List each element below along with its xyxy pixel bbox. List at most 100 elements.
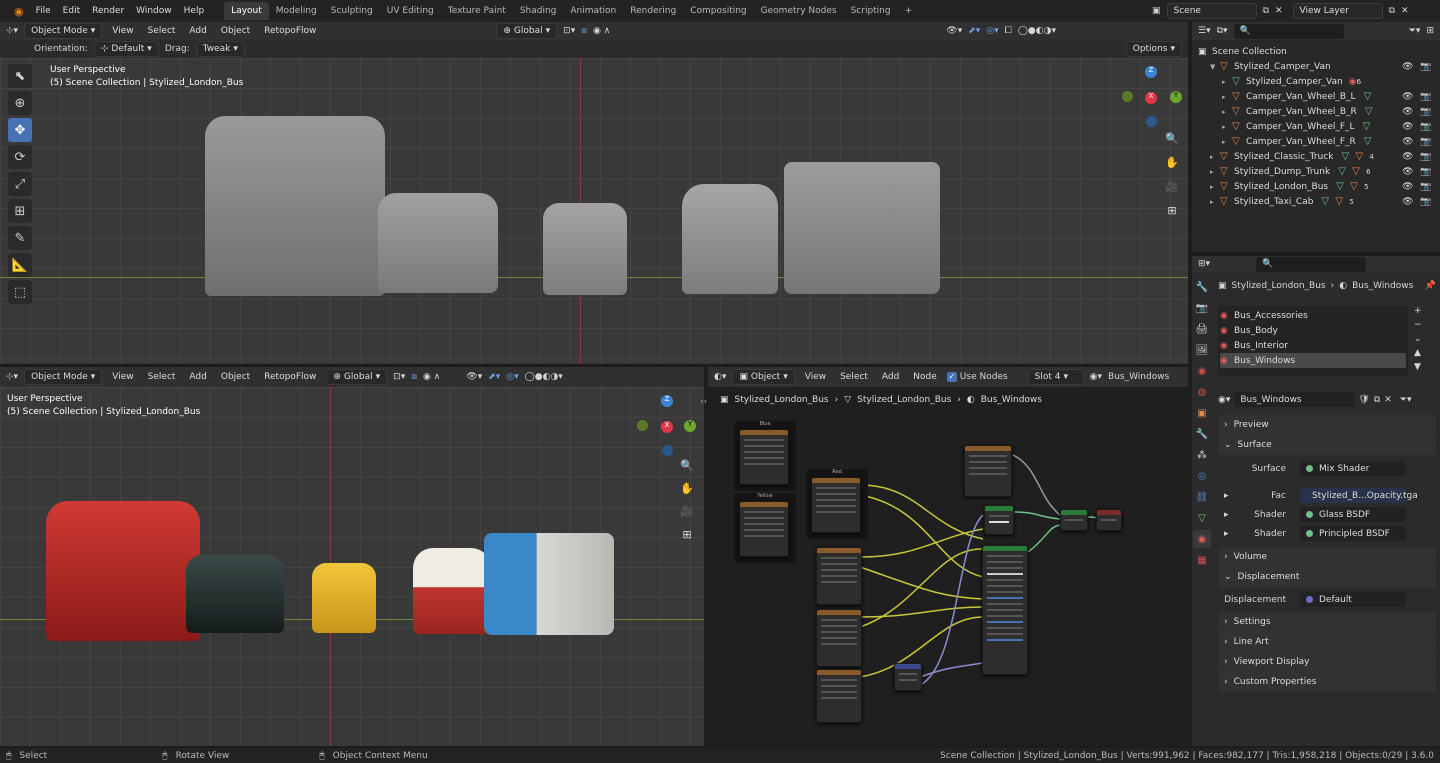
image-texture-node[interactable] [816, 547, 862, 605]
overlay-icon[interactable]: ◎▾ [506, 372, 518, 382]
outliner-type-icon[interactable]: ☰▾ [1198, 26, 1211, 36]
camera-view-icon[interactable]: 🎥 [677, 501, 697, 521]
expand-icon[interactable]: ▸ [1210, 168, 1220, 176]
pivot-icon[interactable]: ⊡▾ [393, 372, 405, 382]
world-tab-icon[interactable]: ◍ [1193, 383, 1211, 401]
eye-icon[interactable]: 👁 [1402, 107, 1413, 117]
classic-truck-rendered-model[interactable] [186, 555, 284, 633]
settings-panel[interactable]: › Settings [1218, 612, 1436, 632]
shader-node-editor[interactable]: ◐▾ ▣ Object ▾ View Select Add Node ✓ Use … [700, 367, 1188, 746]
outliner-row[interactable]: ▸ ▽ Stylized_Taxi_Cab ▽ ▽ 5 👁 📷 [1198, 194, 1434, 209]
select-tool-icon[interactable]: ⬉ [8, 64, 32, 88]
visibility-icon[interactable]: 👁▾ [946, 26, 962, 36]
particles-tab-icon[interactable]: ⁂ [1193, 446, 1211, 464]
camera-icon[interactable]: 📷 [1420, 167, 1431, 177]
material-slot-selected[interactable]: ◉ Bus_Windows [1220, 353, 1406, 368]
volume-panel[interactable]: › Volume [1218, 547, 1436, 567]
outliner-row[interactable]: ▸ ▽ Camper_Van_Wheel_B_R ▽ 👁 📷 [1198, 104, 1434, 119]
material-name-field[interactable]: Bus_Windows [1234, 392, 1355, 407]
top-3d-viewport[interactable]: ⊹▾ Object Mode ▾ View Select Add Object … [0, 22, 1188, 364]
render-tab-icon[interactable]: 📷 [1193, 299, 1211, 317]
retopoflow-menu[interactable]: RetopoFlow [260, 370, 320, 384]
scene-icon[interactable]: ▣ [1152, 6, 1161, 16]
camera-icon[interactable]: 📷 [1420, 137, 1431, 147]
display-mode-icon[interactable]: ⧉▾ [1217, 26, 1228, 36]
texture-tab-icon[interactable]: ▦ [1193, 551, 1211, 569]
remove-slot-icon[interactable]: − [1414, 320, 1422, 330]
navigation-gizmo[interactable]: Z Y X [634, 395, 698, 459]
editor-type-icon[interactable]: ⊹▾ [6, 26, 18, 36]
properties-type-icon[interactable]: ⊞▾ [1198, 259, 1210, 269]
menu-render[interactable]: Render [86, 6, 130, 16]
outliner-row[interactable]: ▸ ▽ Stylized_Classic_Truck ▽ ▽ 4 👁 📷 [1198, 149, 1434, 164]
outliner-root[interactable]: ▣ Scene Collection [1198, 44, 1434, 59]
menu-window[interactable]: Window [130, 6, 178, 16]
slot-menu-icon[interactable]: ⌄ [1414, 334, 1422, 344]
expand-icon[interactable]: ▸ [1222, 138, 1232, 146]
menu-help[interactable]: Help [178, 6, 211, 16]
tab-sculpting[interactable]: Sculpting [324, 2, 380, 20]
camper-van-rendered-model[interactable] [413, 548, 491, 634]
fac-field[interactable]: Stylized_B...Opacity.tga [1300, 488, 1418, 503]
neg-z-axis-handle[interactable] [1146, 116, 1157, 127]
expand-icon[interactable]: ▸ [1210, 183, 1220, 191]
shading-modes-icon[interactable]: ◯●◐◑▾ [1018, 26, 1056, 36]
delete-scene-icon[interactable]: ✕ [1275, 6, 1283, 16]
gizmo-icon[interactable]: ⬈▾ [968, 26, 980, 36]
x-axis-handle[interactable]: X [661, 421, 673, 433]
new-view-layer-icon[interactable]: ⧉ [1389, 6, 1395, 16]
outliner-row[interactable]: ▸ ▽ Camper_Van_Wheel_F_L ▽ 👁 📷 [1198, 119, 1434, 134]
proportional-edit-icon[interactable]: ◉ ∧ [423, 372, 440, 382]
shader2-field[interactable]: Principled BSDF [1300, 526, 1406, 541]
gizmo-icon[interactable]: ⬈▾ [488, 372, 500, 382]
pivot-icon[interactable]: ⊡▾ [563, 26, 575, 36]
mode-dropdown[interactable]: Object Mode ▾ [24, 369, 103, 385]
eye-icon[interactable]: 👁 [1402, 137, 1413, 147]
tab-rendering[interactable]: Rendering [623, 2, 683, 20]
material-slot[interactable]: ◉ Bus_Body [1220, 323, 1406, 338]
london-bus-clay-model[interactable] [205, 116, 385, 296]
duplicate-material-icon[interactable]: ⧉ [1374, 395, 1380, 405]
transform-orientation-dropdown[interactable]: ⊕ Global ▾ [496, 23, 558, 39]
material-output-node[interactable] [1096, 509, 1122, 531]
pan-hand-icon[interactable]: ✋ [1162, 152, 1182, 172]
expand-icon[interactable]: ▸ [1210, 153, 1220, 161]
tab-animation[interactable]: Animation [563, 2, 623, 20]
frame-blue[interactable]: Blue [734, 421, 796, 491]
eye-icon[interactable]: 👁 [1402, 182, 1413, 192]
view-layer-selector[interactable]: View Layer [1292, 3, 1383, 19]
new-collection-icon[interactable]: ⊞ [1426, 26, 1434, 36]
eye-icon[interactable]: 👁 [1402, 167, 1413, 177]
drag-dropdown[interactable]: Tweak ▾ [195, 41, 245, 57]
tool-tab-icon[interactable]: 🔧 [1193, 278, 1211, 296]
frame-red[interactable]: Red [806, 469, 868, 539]
scene-selector[interactable]: Scene [1166, 3, 1257, 19]
neg-y-axis-handle[interactable] [1122, 91, 1133, 102]
ortho-grid-icon[interactable]: ⊞ [1162, 200, 1182, 220]
eye-icon[interactable]: 👁 [1402, 92, 1413, 102]
eye-icon[interactable]: 👁 [1402, 62, 1413, 72]
measure-tool-icon[interactable]: 📐 [8, 253, 32, 277]
navigation-gizmo[interactable]: Z Y X [1118, 66, 1182, 130]
menu-object[interactable]: Object [217, 24, 254, 38]
expand-icon[interactable]: ▸ [1222, 108, 1232, 116]
menu-add[interactable]: Add [185, 24, 210, 38]
transform-orientation-dropdown[interactable]: ⊕ Global ▾ [326, 369, 388, 385]
xray-icon[interactable]: ⧠ [1005, 26, 1012, 36]
displacement-field[interactable]: Default [1300, 592, 1406, 607]
outliner-row[interactable]: ▸ ▽ Camper_Van_Wheel_F_R ▽ 👁 📷 [1198, 134, 1434, 149]
expand-icon[interactable]: ▸ [1224, 510, 1238, 520]
dump-truck-rendered-model[interactable] [484, 533, 614, 635]
snap-icon[interactable]: ⧈ [411, 372, 417, 382]
cursor-tool-icon[interactable]: ⊕ [8, 91, 32, 115]
x-axis-handle[interactable]: X [1145, 92, 1157, 104]
top-viewport-canvas[interactable]: User Perspective (5) Scene Collection | … [0, 58, 1188, 364]
bottom-3d-viewport[interactable]: ⊹▾ Object Mode ▾ View Select Add Object … [0, 367, 704, 746]
zoom-icon[interactable]: 🔍 [677, 455, 697, 475]
tab-compositing[interactable]: Compositing [683, 2, 753, 20]
outliner-row[interactable]: ▸ ▽ Camper_Van_Wheel_B_L ▽ 👁 📷 [1198, 89, 1434, 104]
taxi-cab-rendered-model[interactable] [312, 563, 376, 633]
london-bus-rendered-model[interactable] [46, 501, 200, 641]
viewport-display-panel[interactable]: › Viewport Display [1218, 652, 1436, 672]
properties-search-input[interactable]: 🔍 [1256, 256, 1367, 272]
